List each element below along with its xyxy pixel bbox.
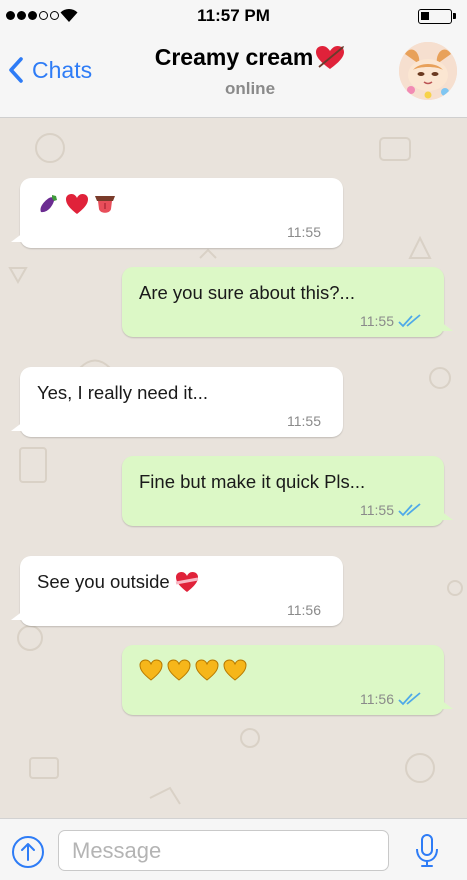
message-list[interactable]: 11:55 Are you sure about this?... 11:55 …	[0, 118, 467, 818]
contact-name: Creamy cream	[154, 44, 314, 70]
chevron-left-icon	[9, 57, 23, 83]
message-text: Are you sure about this?...	[139, 282, 355, 303]
heart-with-arrow-icon	[316, 45, 345, 69]
contact-title[interactable]: Creamy cream online	[100, 44, 400, 99]
message-bubble-outgoing[interactable]: 11:56	[122, 645, 453, 715]
status-time: 11:57 PM	[197, 6, 270, 25]
back-button[interactable]: Chats	[4, 54, 92, 86]
back-label: Chats	[32, 56, 93, 83]
message-input[interactable]	[58, 830, 389, 871]
status-bar: 11:57 PM	[0, 0, 467, 32]
yellow-heart-emoji-icon	[195, 659, 219, 681]
eggplant-emoji-icon	[40, 195, 57, 213]
double-check-read-icon	[398, 692, 421, 706]
upload-arrow-icon[interactable]	[11, 835, 45, 869]
microphone-icon[interactable]	[414, 833, 440, 869]
message-emojis	[37, 192, 117, 216]
message-text: Fine but make it quick Pls...	[139, 471, 366, 492]
double-check-read-icon	[398, 503, 421, 517]
heart-with-ribbon-emoji-icon	[175, 572, 198, 592]
message-time: 11:55	[360, 313, 394, 329]
message-text: See you outside	[37, 571, 170, 592]
battery-icon	[418, 9, 456, 24]
contact-avatar[interactable]	[399, 42, 457, 100]
message-emojis	[139, 659, 247, 681]
message-bubble-incoming[interactable]: 11:55	[11, 178, 343, 248]
message-composer	[0, 818, 467, 880]
yellow-heart-emoji-icon	[167, 659, 191, 681]
message-bubble-incoming[interactable]: See you outside 11:56	[11, 556, 343, 626]
message-time: 11:55	[287, 413, 321, 429]
red-heart-emoji-icon	[66, 194, 88, 214]
chat-header: Chats Creamy cream online	[0, 32, 467, 118]
message-time: 11:55	[287, 224, 321, 240]
message-time: 11:55	[360, 502, 394, 518]
yellow-heart-emoji-icon	[139, 659, 163, 681]
message-bubble-outgoing[interactable]: Are you sure about this?... 11:55	[122, 267, 453, 337]
double-check-read-icon	[398, 314, 421, 328]
yellow-heart-emoji-icon	[223, 659, 247, 681]
message-time: 11:56	[360, 691, 394, 707]
message-bubble-incoming[interactable]: Yes, I really need it... 11:55	[11, 367, 343, 437]
message-text: Yes, I really need it...	[37, 382, 209, 403]
tongue-emoji-icon	[95, 196, 115, 213]
message-bubble-outgoing[interactable]: Fine but make it quick Pls... 11:55	[122, 456, 453, 526]
message-time: 11:56	[287, 602, 321, 618]
contact-status: online	[224, 79, 276, 98]
